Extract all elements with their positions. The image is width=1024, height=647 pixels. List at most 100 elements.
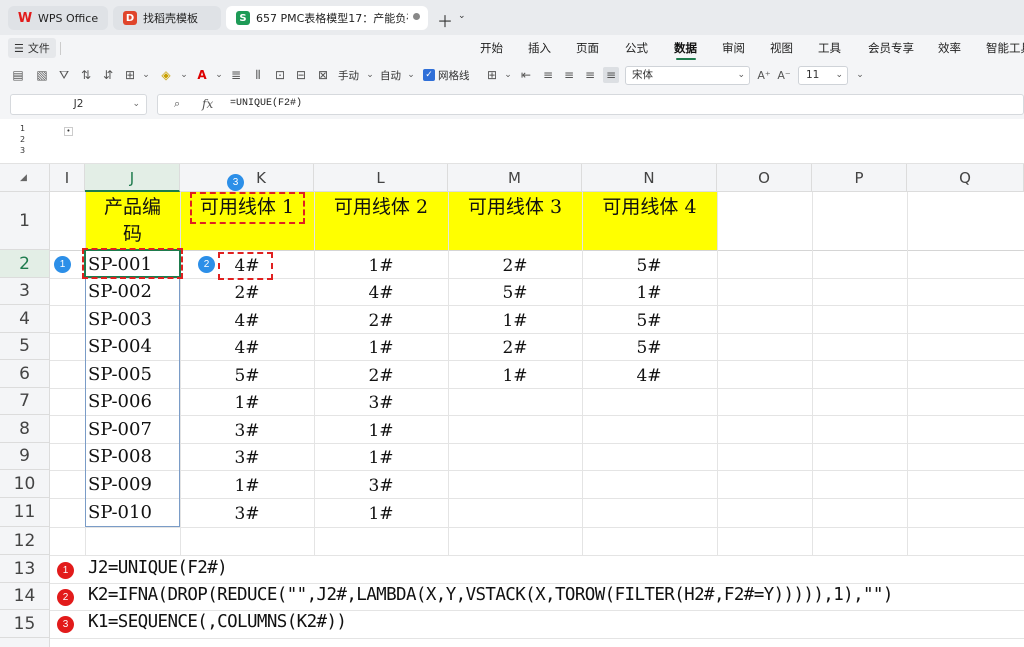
select-all-corner[interactable]: ◢ <box>0 164 50 192</box>
group-icon[interactable]: ⊟ <box>293 67 309 83</box>
chevron-down-icon[interactable]: ⌄ <box>138 67 154 83</box>
outline-level-3[interactable]: 3 <box>20 146 25 155</box>
cell-l10[interactable]: 3# <box>314 476 448 496</box>
outline-level-1[interactable]: 1 <box>20 124 25 133</box>
row-header-5[interactable]: 5 <box>0 333 50 360</box>
spreadsheet-grid[interactable]: ◢ I J 3K L M N O P Q 1 2 3 4 5 6 7 8 9 1… <box>0 164 1024 647</box>
row-header-2[interactable]: 2 <box>0 250 50 278</box>
column-header-j[interactable]: J <box>85 164 180 192</box>
name-box[interactable]: J2 ⌄ <box>10 94 147 115</box>
menu-item-member[interactable]: 会员专享 <box>868 40 914 56</box>
cell-m2[interactable]: 2# <box>448 256 582 276</box>
text-tool-icon[interactable]: ≣ <box>228 67 244 83</box>
align-right-icon[interactable]: ≡ <box>582 67 598 83</box>
header-cell-n[interactable]: 可用线体 4 <box>582 192 717 250</box>
menu-item-formula[interactable]: 公式 <box>625 40 648 56</box>
cell-n2[interactable]: 5# <box>582 256 716 276</box>
cell-n5[interactable]: 5# <box>582 338 716 358</box>
row-header-16[interactable] <box>0 638 50 647</box>
cell-k3[interactable]: 2# <box>180 283 314 303</box>
font-family-select[interactable]: 宋体 ⌄ <box>625 66 750 85</box>
fx-icon[interactable]: fx <box>202 97 213 111</box>
formula-note-j2[interactable]: J2=UNIQUE(F2#) <box>88 558 228 578</box>
tab-spreadsheet[interactable]: S 657 PMC表格模型17：产能负荷计 <box>226 6 428 30</box>
menu-item-smart-tools[interactable]: 智能工具 <box>986 40 1024 56</box>
menu-item-insert[interactable]: 插入 <box>528 40 551 56</box>
menu-item-data[interactable]: 数据 <box>674 40 697 56</box>
column-header-q[interactable]: Q <box>907 164 1024 192</box>
cell-n4[interactable]: 5# <box>582 311 716 331</box>
cell-l8[interactable]: 1# <box>314 421 448 441</box>
header-cell-m[interactable]: 可用线体 3 <box>448 192 582 250</box>
outline-collapse-icon[interactable]: • <box>64 127 73 136</box>
column-icon[interactable]: ⫴ <box>250 67 266 83</box>
cell-l9[interactable]: 1# <box>314 448 448 468</box>
header-cell-j[interactable]: 产品编码 <box>85 192 180 250</box>
cell-m3[interactable]: 5# <box>448 283 582 303</box>
formula-input[interactable]: ⌕ fx =UNIQUE(F2#) <box>157 94 1024 115</box>
borders-icon[interactable]: ⊞ <box>122 67 138 83</box>
row-header-9[interactable]: 9 <box>0 443 50 470</box>
align-center-icon[interactable]: ≡ <box>561 67 577 83</box>
cell-l7[interactable]: 3# <box>314 393 448 413</box>
row-header-15[interactable]: 15 <box>0 610 50 638</box>
align-left-icon[interactable]: ≡ <box>540 67 556 83</box>
menu-item-tools[interactable]: 工具 <box>818 40 841 56</box>
chevron-down-icon[interactable]: ⌄ <box>403 67 419 83</box>
menu-item-review[interactable]: 审阅 <box>722 40 745 56</box>
chevron-down-icon[interactable]: ⌄ <box>852 67 868 83</box>
menu-item-efficiency[interactable]: 效率 <box>938 40 961 56</box>
cell-l5[interactable]: 1# <box>314 338 448 358</box>
row-header-4[interactable]: 4 <box>0 305 50 333</box>
column-header-m[interactable]: M <box>448 164 582 192</box>
chevron-down-icon[interactable]: ⌄ <box>500 67 516 83</box>
outline-level-2[interactable]: 2 <box>20 135 25 144</box>
column-header-k[interactable]: 3K <box>180 164 314 192</box>
menu-item-home[interactable]: 开始 <box>480 40 503 56</box>
column-header-l[interactable]: L <box>314 164 448 192</box>
row-header-6[interactable]: 6 <box>0 360 50 388</box>
manual-label[interactable]: 手动 <box>338 68 359 83</box>
cell-k8[interactable]: 3# <box>180 421 314 441</box>
paste-icon[interactable]: ▧ <box>34 67 50 83</box>
cell-l3[interactable]: 4# <box>314 283 448 303</box>
cell-l4[interactable]: 2# <box>314 311 448 331</box>
cell-l6[interactable]: 2# <box>314 366 448 386</box>
sort-desc-icon[interactable]: ⇵ <box>100 67 116 83</box>
cell-l2[interactable]: 1# <box>314 256 448 276</box>
table-icon[interactable]: ⊡ <box>272 67 288 83</box>
cell-l11[interactable]: 1# <box>314 504 448 524</box>
cell-k11[interactable]: 3# <box>180 504 314 524</box>
row-header-12[interactable]: 12 <box>0 527 50 555</box>
chevron-down-icon[interactable]: ⌄ <box>176 67 192 83</box>
gridlines-checkbox[interactable]: ✓ <box>423 69 435 81</box>
tab-docer-templates[interactable]: D 找稻壳模板 <box>113 6 221 30</box>
row-header-10[interactable]: 10 <box>0 470 50 498</box>
cell-m5[interactable]: 2# <box>448 338 582 358</box>
header-cell-l[interactable]: 可用线体 2 <box>314 192 448 250</box>
formula-note-k1[interactable]: K1=SEQUENCE(,COLUMNS(K2#)) <box>88 612 347 632</box>
font-decrease-icon[interactable]: A⁻ <box>776 67 792 83</box>
chevron-down-icon[interactable]: ⌄ <box>458 11 466 21</box>
column-header-p[interactable]: P <box>812 164 907 192</box>
cell-k4[interactable]: 4# <box>180 311 314 331</box>
cell-k7[interactable]: 1# <box>180 393 314 413</box>
cell-k5[interactable]: 4# <box>180 338 314 358</box>
row-header-3[interactable]: 3 <box>0 278 50 305</box>
cell-n6[interactable]: 4# <box>582 366 716 386</box>
row-header-13[interactable]: 13 <box>0 555 50 583</box>
ungroup-icon[interactable]: ⊠ <box>315 67 331 83</box>
layout-icon[interactable]: ⊞ <box>484 67 500 83</box>
filter-icon[interactable]: ⛛ <box>56 67 72 83</box>
row-header-14[interactable]: 14 <box>0 583 50 610</box>
column-header-n[interactable]: N <box>582 164 717 192</box>
font-size-select[interactable]: 11 ⌄ <box>798 66 848 85</box>
new-tab-icon[interactable]: ＋ <box>437 8 453 32</box>
cell-n3[interactable]: 1# <box>582 283 716 303</box>
cell-k10[interactable]: 1# <box>180 476 314 496</box>
fill-color-icon[interactable]: ◈ <box>158 67 174 83</box>
font-color-icon[interactable]: A <box>194 67 210 83</box>
column-header-i[interactable]: I <box>50 164 85 192</box>
menu-item-page[interactable]: 页面 <box>576 40 599 56</box>
pivot-icon[interactable]: ▤ <box>10 67 26 83</box>
